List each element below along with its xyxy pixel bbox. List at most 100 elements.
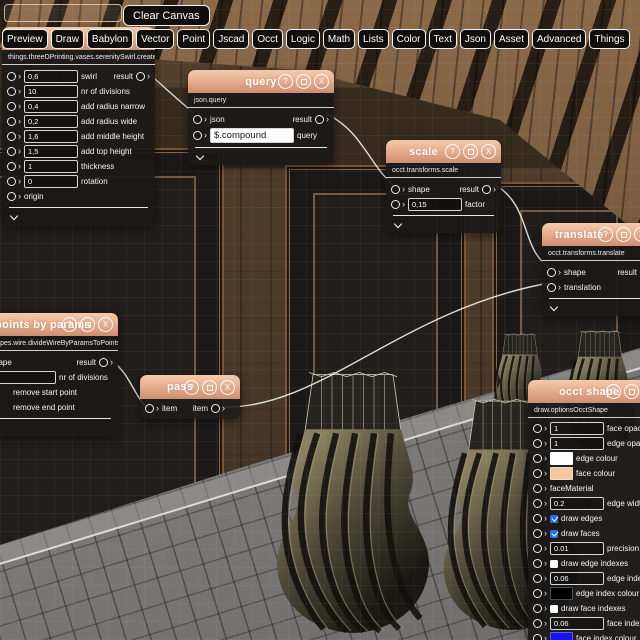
- input-port-icon[interactable]: [533, 574, 542, 583]
- add-middle-height-input[interactable]: [24, 130, 78, 143]
- edge-opacity-input[interactable]: [550, 437, 604, 450]
- node-serenity-swirl[interactable]: things.threeDPrinting.vases.serenitySwir…: [2, 27, 155, 225]
- edge-colour-swatch[interactable]: [550, 452, 573, 465]
- input-port-icon[interactable]: [533, 454, 542, 463]
- tab-advanced[interactable]: Advanced: [532, 29, 586, 49]
- search-input[interactable]: [4, 4, 122, 22]
- node-query[interactable]: query ? X json.query › json result› › qu…: [188, 70, 334, 165]
- input-port-icon[interactable]: [7, 102, 16, 111]
- tab-babylon[interactable]: Babylon: [87, 29, 133, 49]
- thickness-input[interactable]: [24, 160, 78, 173]
- input-port-icon[interactable]: [533, 499, 542, 508]
- add-top-height-input[interactable]: [24, 145, 78, 158]
- input-port-icon[interactable]: [7, 192, 16, 201]
- node-header[interactable]: points by params ? X: [0, 313, 118, 336]
- chevron-down-icon[interactable]: [11, 212, 18, 219]
- nr-of-divisions-input[interactable]: [24, 85, 78, 98]
- node-header[interactable]: occt shape ? X: [528, 380, 640, 403]
- duplicate-button[interactable]: [202, 380, 217, 395]
- input-port-icon[interactable]: [533, 604, 542, 613]
- input-port-icon[interactable]: [7, 132, 16, 141]
- input-port-icon[interactable]: [7, 87, 16, 96]
- duplicate-button[interactable]: [624, 384, 639, 399]
- tab-lists[interactable]: Lists: [358, 29, 389, 49]
- duplicate-button[interactable]: [463, 144, 478, 159]
- tab-jscad[interactable]: Jscad: [213, 29, 249, 49]
- input-port-icon[interactable]: [533, 634, 542, 640]
- input-port-icon[interactable]: [533, 619, 542, 628]
- tab-occt[interactable]: Occt: [252, 29, 283, 49]
- draw-faces-checkbox[interactable]: [550, 530, 558, 538]
- close-button[interactable]: X: [481, 144, 496, 159]
- input-port-icon[interactable]: [533, 484, 542, 493]
- input-port-icon[interactable]: [391, 200, 400, 209]
- tab-draw[interactable]: Draw: [51, 29, 84, 49]
- face-index-height-input[interactable]: [550, 617, 604, 630]
- edge-index-height-input[interactable]: [550, 572, 604, 585]
- duplicate-button[interactable]: [296, 74, 311, 89]
- precision-input[interactable]: [550, 542, 604, 555]
- node-points-by-params[interactable]: points by params ? X occt.shapes.wire.di…: [0, 313, 118, 436]
- face-opacity-input[interactable]: [550, 422, 604, 435]
- tab-math[interactable]: Math: [323, 29, 355, 49]
- tab-things[interactable]: Things: [589, 29, 629, 49]
- add-radius-wide-input[interactable]: [24, 115, 78, 128]
- duplicate-button[interactable]: [616, 227, 631, 242]
- input-port-icon[interactable]: [193, 115, 202, 124]
- nr-of-divisions-input[interactable]: [0, 371, 56, 384]
- input-port-icon[interactable]: [533, 424, 542, 433]
- edge-index-colour-swatch[interactable]: [550, 587, 573, 600]
- input-port-icon[interactable]: [533, 469, 542, 478]
- factor-input[interactable]: [408, 198, 462, 211]
- tab-preview[interactable]: Preview: [2, 29, 48, 49]
- input-port-icon[interactable]: [547, 268, 556, 277]
- input-port-icon[interactable]: [145, 404, 154, 413]
- output-port-icon[interactable]: [211, 404, 220, 413]
- close-button[interactable]: X: [98, 317, 113, 332]
- node-occt-shape[interactable]: occt shape ? X draw.optionsOcctShape › f…: [528, 380, 640, 640]
- face-colour-swatch[interactable]: [550, 467, 573, 480]
- input-port-icon[interactable]: [391, 185, 400, 194]
- output-port-icon[interactable]: [482, 185, 491, 194]
- face-index-colour-swatch[interactable]: [550, 632, 573, 640]
- help-button[interactable]: ?: [62, 317, 77, 332]
- close-button[interactable]: X: [634, 227, 640, 242]
- node-header[interactable]: scale ? X: [386, 140, 501, 163]
- clear-canvas-button[interactable]: Clear Canvas: [123, 5, 210, 26]
- help-button[interactable]: ?: [184, 380, 199, 395]
- input-port-icon[interactable]: [7, 162, 16, 171]
- rotation-input[interactable]: [24, 175, 78, 188]
- input-port-icon[interactable]: [533, 589, 542, 598]
- node-scale[interactable]: scale ? X occt.transforms.scale › shape …: [386, 140, 501, 233]
- chevron-down-icon[interactable]: [395, 220, 402, 227]
- input-port-icon[interactable]: [7, 72, 16, 81]
- node-header[interactable]: translate ? X: [542, 223, 640, 246]
- input-port-icon[interactable]: [7, 117, 16, 126]
- tab-text[interactable]: Text: [429, 29, 457, 49]
- help-button[interactable]: ?: [598, 227, 613, 242]
- duplicate-button[interactable]: [80, 317, 95, 332]
- chevron-down-icon[interactable]: [551, 303, 558, 310]
- chevron-down-icon[interactable]: [197, 152, 204, 159]
- input-port-icon[interactable]: [7, 177, 16, 186]
- draw-edges-checkbox[interactable]: [550, 515, 558, 523]
- tab-json[interactable]: Json: [460, 29, 491, 49]
- query-input[interactable]: [210, 128, 294, 143]
- tab-point[interactable]: Point: [177, 29, 210, 49]
- draw-edge-indexes-checkbox[interactable]: [550, 560, 558, 568]
- close-button[interactable]: X: [220, 380, 235, 395]
- tab-asset[interactable]: Asset: [494, 29, 529, 49]
- input-port-icon[interactable]: [193, 131, 202, 140]
- tab-vector[interactable]: Vector: [136, 29, 174, 49]
- input-port-icon[interactable]: [7, 147, 16, 156]
- tab-logic[interactable]: Logic: [286, 29, 320, 49]
- close-button[interactable]: X: [314, 74, 329, 89]
- swirl-input[interactable]: [24, 70, 78, 83]
- output-port-icon[interactable]: [99, 358, 108, 367]
- draw-face-indexes-checkbox[interactable]: [550, 605, 558, 613]
- output-port-icon[interactable]: [136, 72, 145, 81]
- input-port-icon[interactable]: [533, 529, 542, 538]
- help-button[interactable]: ?: [278, 74, 293, 89]
- input-port-icon[interactable]: [547, 283, 556, 292]
- help-button[interactable]: ?: [606, 384, 621, 399]
